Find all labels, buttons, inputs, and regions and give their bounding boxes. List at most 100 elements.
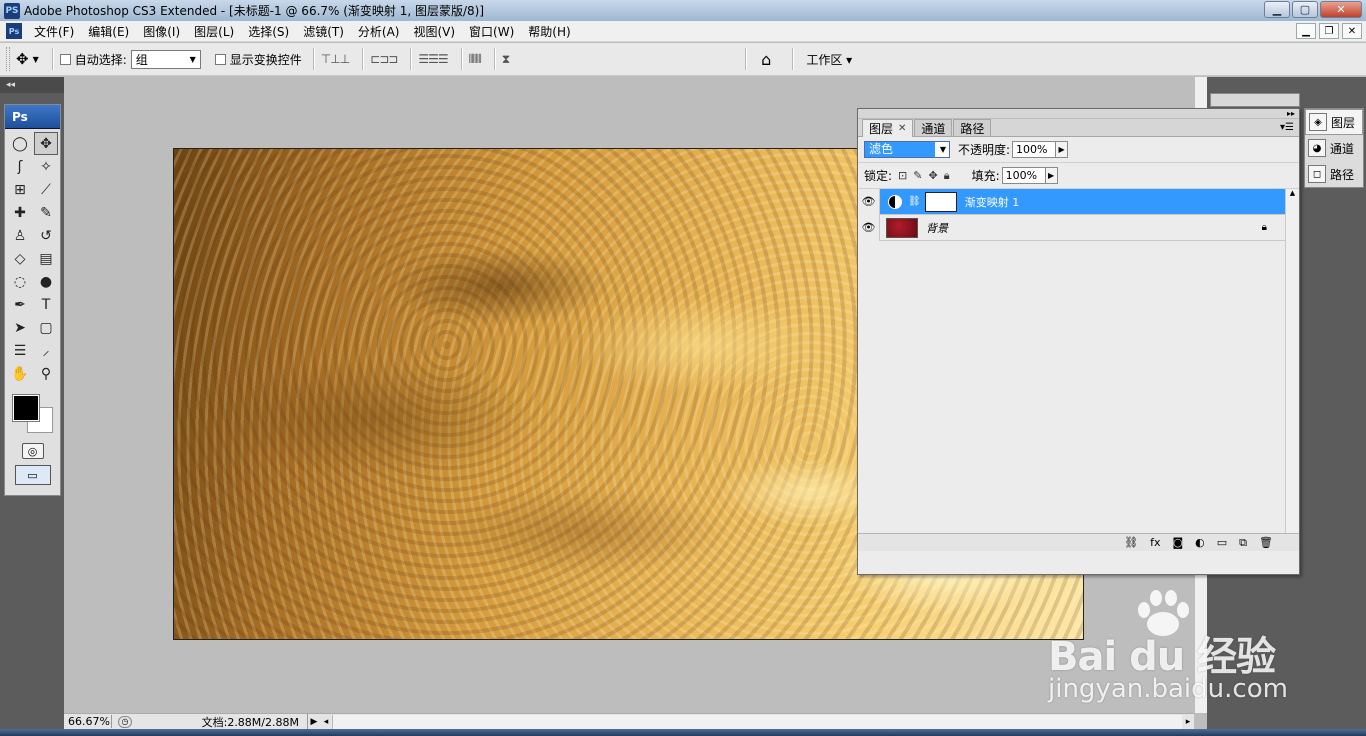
path-select-icon[interactable]: ➤ — [8, 316, 32, 339]
foreground-color-swatch[interactable] — [12, 394, 40, 422]
doc-close-button[interactable]: ✕ — [1342, 23, 1362, 39]
document-info: 文档:2.88M/2.88M — [138, 713, 308, 730]
dock-item-layers[interactable]: ◈ 图层 — [1305, 109, 1363, 135]
eraser-icon[interactable]: ◇ — [8, 247, 32, 270]
distribute-vertical-icon[interactable]: ☰☰☰ — [418, 52, 448, 66]
align-left-icon[interactable]: ⊏⊐⊐ — [370, 52, 398, 66]
new-adjustment-icon[interactable]: ◐ — [1195, 536, 1205, 549]
link-layers-icon[interactable]: ⛓︎ — [1124, 536, 1138, 549]
type-icon[interactable]: T — [34, 293, 58, 316]
panel-collapse-icon[interactable]: ▸▸ — [858, 109, 1299, 119]
minimize-button[interactable]: ▁ — [1264, 1, 1290, 18]
blur-icon[interactable]: ◌ — [8, 270, 32, 293]
chevron-down-icon[interactable]: ▼ — [33, 55, 39, 64]
close-button[interactable]: ✕ — [1320, 1, 1362, 18]
opacity-input[interactable]: 100% — [1012, 141, 1057, 158]
bridge-icon[interactable]: ⌂ — [761, 50, 771, 69]
healing-icon[interactable]: ✚ — [8, 201, 32, 224]
workspace-button[interactable]: 工作区 ▾ — [806, 51, 852, 68]
dock-item-paths[interactable]: ◻ 路径 — [1305, 161, 1363, 187]
horizontal-scrollbar[interactable] — [332, 714, 1182, 729]
lock-transparency-icon[interactable]: ⊡ — [898, 169, 907, 182]
quick-mask-icon[interactable]: ◎ — [21, 443, 44, 459]
hand-icon[interactable]: ✋ — [8, 362, 32, 385]
new-layer-icon[interactable]: ⧉ — [1239, 536, 1247, 550]
distribute-horizontal-icon[interactable]: ⫴⫴⫴ — [469, 52, 482, 67]
menu-layer[interactable]: 图层(L) — [187, 23, 241, 40]
blend-mode-select[interactable]: 滤色 ▼ — [864, 141, 950, 158]
screen-mode-icon[interactable]: ▭ — [14, 465, 51, 485]
baidu-watermark: Bai du 经验 jingyan.baidu.com — [1048, 588, 1298, 708]
menu-analysis[interactable]: 分析(A) — [351, 23, 407, 40]
fill-input[interactable]: 100% — [1001, 167, 1046, 184]
lock-all-icon[interactable]: 🔒︎ — [944, 169, 950, 183]
marquee-icon[interactable]: ◯ — [8, 132, 32, 155]
eyedropper-icon[interactable]: ⸝ — [34, 339, 58, 362]
opacity-slider-arrow-icon[interactable]: ▶ — [1056, 141, 1069, 158]
auto-select-dropdown[interactable]: 组 ▼ — [130, 49, 201, 69]
menu-edit[interactable]: 编辑(E) — [81, 23, 136, 40]
auto-select-checkbox[interactable] — [59, 53, 71, 65]
lock-pixels-icon[interactable]: ✎ — [913, 169, 922, 182]
menu-image[interactable]: 图像(I) — [136, 23, 187, 40]
show-transform-label: 显示变换控件 — [229, 52, 302, 67]
layer-mask-thumbnail[interactable] — [924, 191, 957, 212]
menu-view[interactable]: 视图(V) — [406, 23, 462, 40]
tab-paths[interactable]: 路径 — [953, 119, 992, 136]
magic-wand-icon[interactable]: ✧ — [34, 155, 58, 178]
show-transform-checkbox[interactable] — [214, 53, 226, 65]
layers-scrollbar[interactable]: ▲ — [1285, 189, 1299, 533]
layer-thumbnail — [886, 217, 918, 238]
pen-icon[interactable]: ✒ — [8, 293, 32, 316]
doc-restore-button[interactable]: ❐ — [1319, 23, 1339, 39]
scroll-right-icon[interactable]: ▸ — [1182, 717, 1194, 727]
layer-row-background[interactable]: 👁︎ 背景 🔒︎ — [858, 214, 1285, 241]
lasso-icon[interactable]: ʃ — [8, 155, 32, 178]
link-chain-icon[interactable]: ⛓︎ — [908, 196, 921, 207]
tab-layers[interactable]: 图层 ✕ — [862, 119, 914, 137]
panel-menu-icon[interactable]: ▾☰ — [1280, 122, 1294, 133]
close-tab-icon[interactable]: ✕ — [898, 123, 906, 134]
crop-icon[interactable]: ⊞ — [8, 178, 32, 201]
fill-slider-arrow-icon[interactable]: ▶ — [1045, 167, 1058, 184]
brush-icon[interactable]: ✎ — [34, 201, 58, 224]
move-tool-icon[interactable]: ✥ — [16, 50, 29, 68]
options-grip[interactable] — [6, 47, 10, 71]
tab-channels[interactable]: 通道 — [914, 119, 953, 136]
add-mask-icon[interactable]: ◙ — [1172, 536, 1183, 549]
status-menu-arrow-icon[interactable]: ▶ — [308, 717, 320, 727]
menu-window[interactable]: 窗口(W) — [462, 23, 521, 40]
shape-icon[interactable]: ▢ — [34, 316, 58, 339]
zoom-level[interactable]: 66.67% — [64, 715, 112, 728]
scroll-left-icon[interactable]: ◂ — [320, 717, 332, 727]
menu-help[interactable]: 帮助(H) — [521, 23, 577, 40]
gradient-icon[interactable]: ▤ — [34, 247, 58, 270]
zoom-icon[interactable]: ⚲ — [34, 362, 58, 385]
zoom-info-icon[interactable]: ◷ — [118, 715, 132, 728]
layer-row-gradient-map[interactable]: 👁︎ ⛓︎ 渐变映射 1 — [858, 188, 1285, 215]
collapsed-panel-group[interactable] — [1210, 93, 1300, 107]
notes-icon[interactable]: ☰ — [8, 339, 32, 362]
doc-minimize-button[interactable]: ▁ — [1296, 23, 1316, 39]
visibility-eye-icon[interactable]: 👁︎ — [858, 214, 880, 241]
maximize-button[interactable]: ▢ — [1292, 1, 1318, 18]
lock-position-icon[interactable]: ✥ — [928, 169, 937, 182]
auto-align-icon[interactable]: ⧗ — [502, 52, 511, 67]
menu-select[interactable]: 选择(S) — [241, 23, 296, 40]
delete-layer-icon[interactable]: 🗑︎ — [1259, 536, 1273, 549]
visibility-eye-icon[interactable]: 👁︎ — [858, 188, 880, 215]
history-brush-icon[interactable]: ↺ — [34, 224, 58, 247]
layer-style-icon[interactable]: fx — [1150, 536, 1160, 549]
dock-item-channels[interactable]: ◕ 通道 — [1305, 135, 1363, 161]
menu-file[interactable]: 文件(F) — [27, 23, 81, 40]
status-bar: 66.67% ◷ 文档:2.88M/2.88M ▶ ◂ ▸ — [64, 713, 1194, 730]
stamp-icon[interactable]: ♙ — [8, 224, 32, 247]
dock-collapse-icon[interactable]: ◂◂ — [0, 77, 64, 93]
align-top-icon[interactable]: ⊤⊥⊥ — [321, 52, 350, 66]
move-icon[interactable]: ✥ — [34, 132, 58, 155]
dodge-icon[interactable]: ● — [34, 270, 58, 293]
menu-filter[interactable]: 滤镜(T) — [296, 23, 351, 40]
new-group-icon[interactable]: ▭ — [1217, 536, 1227, 549]
app-menu-icon[interactable]: Ps — [6, 23, 22, 39]
slice-icon[interactable]: ⟋ — [34, 178, 58, 201]
